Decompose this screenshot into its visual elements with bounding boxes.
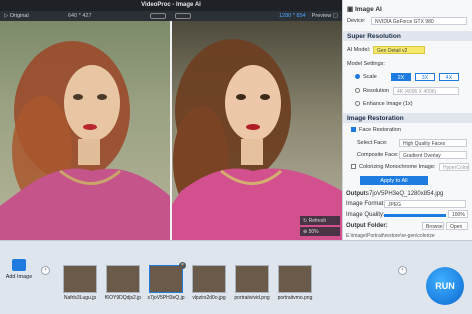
enhance-radio-dot [355,101,360,107]
scroll-right-button[interactable]: › [398,266,407,275]
original-image [0,21,171,240]
original-label[interactable]: ▷ Original [4,13,29,19]
app-title: VideoProc - Image AI [141,2,201,8]
compare-toggle[interactable] [175,13,191,19]
original-preview-bar: ▷ Original 640 * 427 [0,11,171,21]
model-settings-label: Model Settings: [347,61,385,67]
device-label: Device: [347,18,366,24]
colorizing-checkbox[interactable]: Colorizing Monochrome Image: [351,164,435,170]
super-resolution-section: Super Resolution [343,31,472,41]
zoom-icon: ⊕ [303,229,308,235]
image-restoration-section: Image Restoration [343,113,472,123]
face-restoration-check [351,127,356,133]
scale-3x-button[interactable]: 3X [415,73,435,81]
ai-model-label: AI Model: [347,47,371,53]
thumbnail-5-name: portraitvivid.png [234,295,270,301]
image-queue-bar: Add Image ‹ › Nafrls3Lugu.jp f6OY9DQdjs2… [0,240,472,314]
zoom-control[interactable]: ⊕ 50% [300,227,340,236]
ai-model-dropdown[interactable]: Gen Detail v2 [373,46,425,54]
output-filename: s7joV5PH3eQ_1280x854.jpg [366,191,444,197]
image-quality-value[interactable]: 100% [448,210,468,218]
image-ai-icon: ▣ [347,6,354,13]
original-dimensions: 640 * 427 [68,13,92,19]
browse-button[interactable]: Browse [422,222,444,230]
thumbnail-2[interactable] [106,265,140,293]
thumbnail-4[interactable] [192,265,226,293]
select-face-dropdown[interactable]: High Quality Faces [399,139,467,147]
image-quality-label: Image Quality: [346,212,385,218]
thumbnail-2-name: f6OY9DQdjs2.jp [104,295,142,301]
result-dimensions: 1280 * 854 [279,13,306,19]
resolution-dropdown[interactable]: 4K (4096 X 4096) [393,87,459,95]
thumbnail-1-name: Nafrls3Lugu.jp [63,295,97,301]
thumbnail-3[interactable]: × [149,262,186,293]
thumbnail-6-name: portraitvmo.png [277,295,313,301]
colorizing-dropdown[interactable]: HyperColor [439,163,469,171]
enhanced-portrait-image [171,39,342,240]
thumbnail-4-name: vlpzirs2d0o.jpg [192,295,226,301]
output-settings: Output: s7joV5PH3eQ_1280x854.jpg Image F… [342,188,472,240]
resolution-radio-dot [355,88,360,94]
thumbnail-1[interactable] [63,265,97,293]
image-quality-slider[interactable] [384,214,446,217]
output-folder-path: E:\image\Portrait\restore\re-gen\coloriz… [346,233,435,239]
refresh-icon: ↻ [303,218,308,224]
run-button[interactable]: RUN [426,267,464,305]
remove-thumbnail-icon[interactable]: × [179,262,186,269]
composite-face-dropdown[interactable]: Gradient Overlay [399,151,467,159]
add-image-button[interactable]: Add Image [4,259,34,280]
composite-face-label: Composite Face: [357,152,399,158]
image-quality-fill [384,214,446,217]
refresh-button[interactable]: ↻ Refresh [300,216,340,225]
preview-button[interactable]: Preview ▢ [312,13,338,19]
compare-divider[interactable] [170,21,172,240]
colorizing-check [351,164,356,170]
resolution-radio[interactable]: Resolution [355,88,389,94]
select-face-label: Select Face: [357,140,388,146]
output-folder-label: Output Folder: [346,223,388,229]
scale-4x-button[interactable]: 4X [439,73,459,81]
panel-header: ▣ Image AI [347,6,382,13]
device-dropdown[interactable]: NVIDIA GeForce GTX 980 [371,17,467,25]
scale-2x-button[interactable]: 2X [391,73,411,81]
thumbnail-5[interactable] [235,265,269,293]
add-image-icon [12,259,26,271]
output-label: Output: [346,191,368,197]
result-preview-bar: 1280 * 854 Preview ▢ [171,11,342,21]
thumbnail-3-name: s7joV5PH3eQ.jp [147,295,185,301]
split-view-toggle[interactable] [150,13,166,19]
face-restoration-checkbox[interactable]: Face Restoration [351,127,401,133]
open-button[interactable]: Open [446,222,468,230]
thumbnail-6[interactable] [278,265,312,293]
enhance-image-radio[interactable]: Enhance Image (1x) [355,101,413,107]
image-format-dropdown[interactable]: JPEG [384,200,466,208]
scale-radio-dot [355,74,360,80]
image-format-label: Image Format: [346,201,386,207]
result-image [171,21,342,240]
scale-radio[interactable]: Scale [355,74,377,80]
apply-to-all-button[interactable]: Apply to All [360,176,428,185]
original-portrait-image [0,41,171,240]
scroll-left-button[interactable]: ‹ [41,266,50,275]
